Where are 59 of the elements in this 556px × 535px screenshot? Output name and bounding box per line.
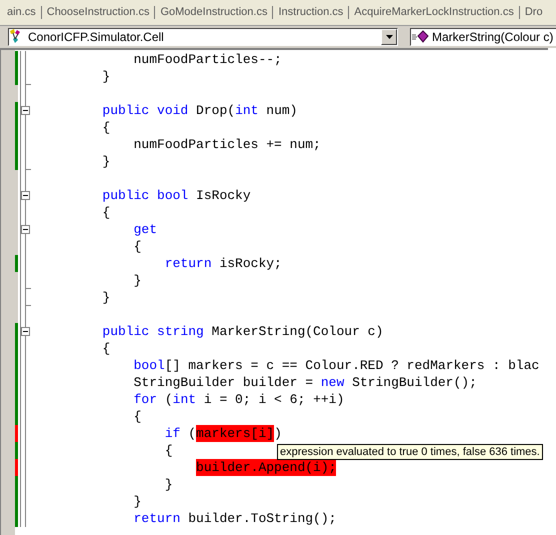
keyword-text: public bool (102, 187, 188, 204)
file-tab[interactable]: GoModeInstruction.cs (155, 6, 274, 19)
code-text: ( (164, 391, 173, 408)
code-text: Drop( (195, 102, 236, 119)
dropdown-button[interactable] (381, 29, 397, 45)
collapse-icon[interactable] (21, 225, 30, 234)
code-text: StringBuilder(); (351, 374, 477, 391)
file-tab[interactable]: ain.cs (2, 6, 42, 19)
code-text: [] markers = c == Colour.RED ? redMarkers : blac (164, 357, 540, 374)
caret-icon (386, 35, 392, 39)
code-text: numFoodParticles--; (134, 51, 282, 68)
method-icon (411, 30, 429, 44)
file-tab[interactable]: ChooseInstruction.cs (42, 6, 156, 19)
code-text: } (102, 289, 110, 306)
code-text: { (102, 119, 110, 136)
file-tab[interactable]: Dro (520, 6, 548, 19)
code-text: builder.ToString(); (187, 510, 336, 527)
keyword-text: public void (102, 102, 188, 119)
keyword-text: if (164, 425, 180, 442)
file-tab[interactable]: AcquireMarkerLockInstruction.cs (349, 6, 520, 19)
code-text: { (134, 408, 142, 425)
code-text: ) (274, 425, 282, 442)
tooltip: expression evaluated to true 0 times, false 636 times. (277, 444, 543, 460)
code-text: } (164, 476, 173, 493)
keyword-text: int (172, 391, 196, 408)
code-text: { (102, 340, 110, 357)
code-text: } (134, 493, 142, 510)
code-text: } (102, 153, 110, 170)
code-text: i = 0; i < 6; ++i) (202, 391, 344, 408)
code-text: } (134, 272, 142, 289)
code-text: { (134, 238, 142, 255)
keyword-text: bool (134, 357, 165, 374)
keyword-text: new (320, 374, 344, 391)
type-dropdown-value: ConorICFP.Simulator.Cell (28, 30, 165, 44)
keyword-text: return (164, 255, 212, 272)
type-dropdown[interactable]: ConorICFP.Simulator.Cell (8, 28, 398, 46)
collapse-icon[interactable] (21, 191, 30, 200)
code-text: ( (187, 425, 196, 442)
uncovered-code-highlight: markers[i] (196, 425, 274, 442)
code-text: isRocky; (218, 255, 282, 272)
code-text: { (164, 442, 173, 459)
code-text: MarkerString(Colour c) (210, 323, 384, 340)
keyword-text: int (235, 102, 258, 119)
code-text: } (102, 68, 110, 85)
code-text: numFoodParticles += num; (134, 136, 321, 153)
member-dropdown-value: MarkerString(Colour c) (432, 30, 554, 44)
collapse-icon[interactable] (21, 106, 30, 115)
code-text: num) (265, 102, 298, 119)
code-text: StringBuilder builder = (134, 374, 314, 391)
uncovered-code-highlight: builder.Append(i); (196, 459, 336, 476)
file-tab[interactable]: Instruction.cs (273, 6, 350, 19)
keyword-text: for (134, 391, 158, 408)
code-text: { (102, 204, 110, 221)
member-dropdown[interactable]: MarkerString(Colour c) (410, 28, 556, 46)
keyword-text: get (134, 221, 158, 238)
collapse-icon[interactable] (21, 327, 30, 336)
code-text: IsRocky (195, 187, 251, 204)
keyword-text: return (134, 510, 180, 527)
keyword-text: public string (102, 323, 204, 340)
